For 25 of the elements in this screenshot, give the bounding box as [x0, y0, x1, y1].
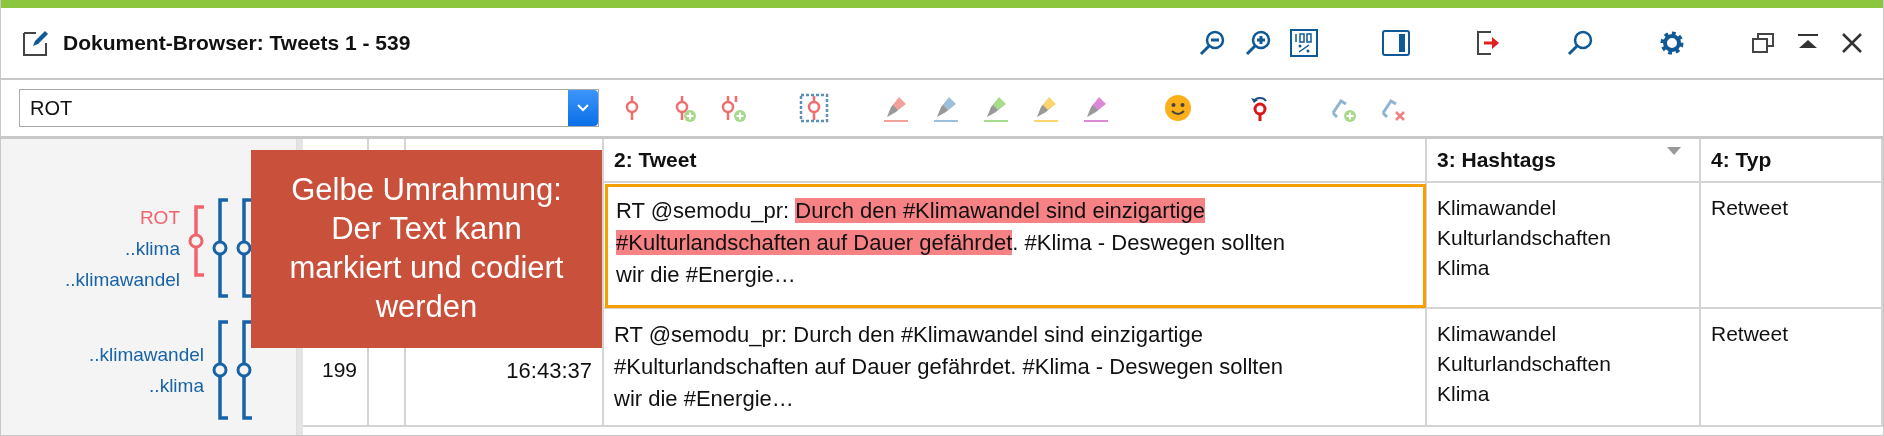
hashtags-cell: Klimawandel Kulturlandschaften Klima	[1427, 309, 1701, 427]
search-icon[interactable]	[1565, 28, 1595, 58]
column-header[interactable]: 2: Tweet	[604, 139, 1427, 183]
actual-size-icon[interactable]	[1289, 28, 1319, 58]
tweet-cell[interactable]: RT @semodu_pr: Durch den #Klimawandel sind einzigartige #Kulturlandschaften auf Dauer gefährdet. #Klima - Deswegen sollten wir die #Energie…	[604, 309, 1427, 427]
type-cell: Retweet	[1701, 183, 1883, 309]
zoom-out-icon[interactable]	[1197, 28, 1227, 58]
sort-arrow-icon[interactable]	[1667, 147, 1681, 156]
hashtags-cell: Klimawandel Kulturlandschaften Klima	[1427, 183, 1701, 309]
smiley-icon[interactable]	[1163, 93, 1193, 123]
column-header[interactable]: 4: Typ	[1701, 139, 1883, 183]
column-header[interactable]: 3: Hashtags	[1427, 139, 1701, 183]
code-label[interactable]: ..klima	[125, 232, 180, 264]
code-selector[interactable]: ROT	[19, 89, 599, 127]
zoom-in-icon[interactable]	[1243, 28, 1273, 58]
code-label[interactable]: ..klimawandel	[64, 263, 180, 295]
type-cell: Retweet	[1701, 309, 1883, 427]
window-title: Dokument-Browser: Tweets 1 - 539	[63, 31, 412, 55]
select-pin-icon[interactable]	[799, 93, 829, 123]
callout-tooltip: Gelbe Umrahmung: Der Text kann markiert und codiert werden	[251, 150, 602, 348]
edit-document-icon[interactable]	[21, 28, 51, 58]
code-label[interactable]: ..klimawandel	[88, 339, 204, 370]
tweet-cell[interactable]: RT @semodu_pr: Durch den #Klimawandel sind einzigartige #Kulturlandschaften auf Dauer gefährdet. #Klima - Deswegen sollten wir die #Energie…	[604, 183, 1427, 309]
side-panel-icon[interactable]	[1381, 28, 1411, 58]
code-label[interactable]: ..klima	[149, 370, 204, 401]
